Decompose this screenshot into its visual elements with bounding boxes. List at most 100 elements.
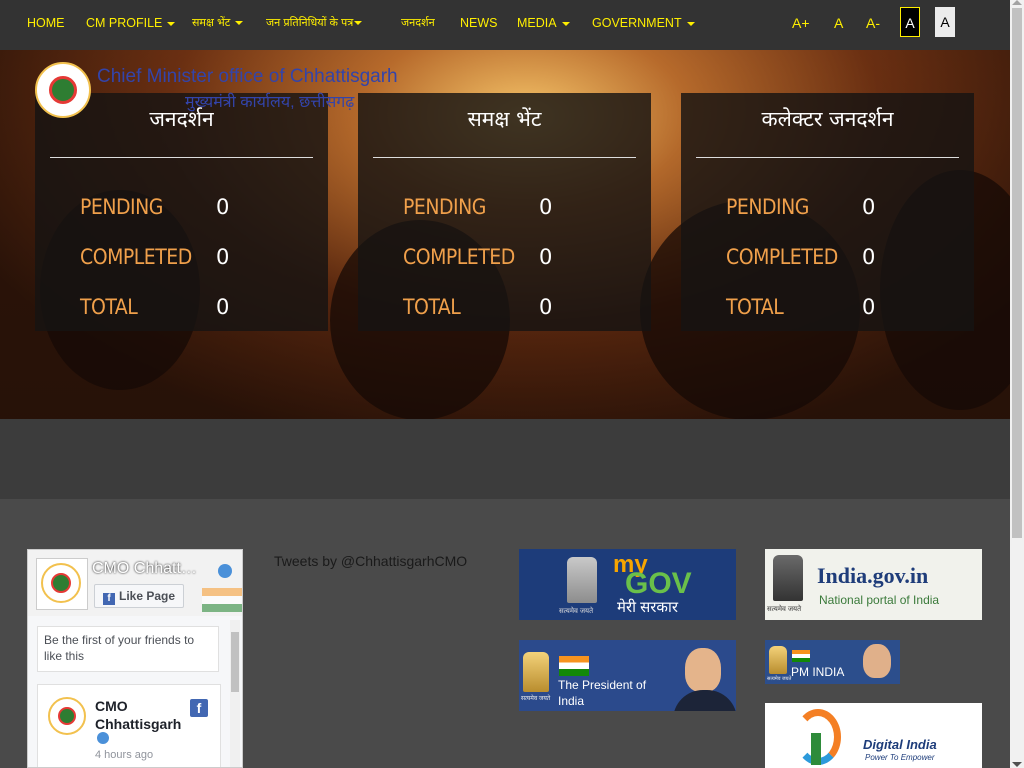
nav-home-label: HOME [27,16,65,30]
total-value: 0 [862,295,876,319]
india-flag-icon [792,650,810,662]
india-gov-title: India.gov.in [817,563,929,588]
cg-emblem-icon [48,697,86,735]
section-divider-band [0,419,1010,499]
site-title-en: Chief Minister office of Chhattisgarh [97,66,398,87]
pending-value: 0 [539,195,553,219]
twitter-timeline-link[interactable]: Tweets by @ChhattisgarhCMO [274,553,467,569]
panel-divider [373,157,636,158]
ashoka-emblem-icon [769,646,787,674]
total-label: TOTAL [726,295,784,319]
scroll-up-arrow-icon[interactable] [1012,0,1022,5]
nav-samaksh-bhent-label: समक्ष भेंट [192,17,231,29]
ashoka-emblem-icon [567,557,597,603]
completed-label: COMPLETED [80,245,192,269]
like-page-button[interactable]: f Like Page [94,584,185,608]
nav-news[interactable]: NEWS [460,0,498,46]
total-label: TOTAL [80,295,138,319]
emblem-motto: सत्यमेव जयते [521,696,551,702]
verified-badge-icon [218,564,232,578]
verified-badge-icon [97,732,109,744]
completed-label: COMPLETED [726,245,838,269]
chevron-down-icon [354,21,363,26]
facebook-f-icon: f [103,593,115,605]
chevron-down-icon [686,21,695,26]
cg-emblem-icon [41,563,81,603]
high-contrast-button[interactable]: A [900,7,920,37]
completed-value: 0 [862,245,876,269]
facebook-logo-icon[interactable]: f [190,699,208,717]
completed-value: 0 [539,245,553,269]
nav-home[interactable]: HOME [27,0,65,46]
total-label: TOTAL [403,295,461,319]
emblem-motto: सत्यमेव जयते [767,676,792,682]
completed-label: COMPLETED [403,245,515,269]
chevron-down-icon [167,21,176,26]
digital-india-subtitle: Power To Empower [865,753,935,762]
pending-label: PENDING [80,195,163,219]
flag-decoration [202,588,242,612]
normal-contrast-button[interactable]: A [935,7,955,37]
chevron-down-icon [561,21,570,26]
post-timestamp[interactable]: 4 hours ago [95,749,153,761]
friends-like-text: Be the first of your friends to like thi… [37,626,219,672]
facebook-scroll-thumb[interactable] [231,632,239,692]
cg-emblem-icon [35,62,91,118]
stats-panel-samaksh-bhent: समक्ष भेंट PENDING 0 COMPLETED 0 TOTAL 0 [358,93,651,331]
top-navbar: HOME CM PROFILE समक्ष भेंट जन प्रतिनिधिय… [0,0,1010,50]
nav-media[interactable]: MEDIA [517,0,570,46]
panel-title: कलेक्टर जनदर्शन [761,107,894,131]
site-logo[interactable]: Chief Minister office of Chhattisgarh मु… [35,62,415,122]
site-title-hi: मुख्यमंत्री कार्यालय, छत्तीसगढ़ [185,94,355,111]
president-of-india-banner[interactable]: सत्यमेव जयते The President of India [519,640,736,711]
president-line1: The President of [558,678,647,692]
avatar[interactable] [48,697,88,737]
font-increase-button[interactable]: A+ [792,0,810,46]
font-normal-button[interactable]: A [834,0,843,46]
nav-janadarshan-label: जनदर्शन [401,17,435,29]
font-decrease-button[interactable]: A- [866,0,880,46]
digital-india-title: Digital India [863,737,937,752]
digital-india-i-icon [811,733,821,765]
chevron-down-icon [235,21,244,26]
nav-jan-pratinidhi-label: जन प्रतिनिधियों के पत्र [266,17,354,29]
nav-media-label: MEDIA [517,16,557,30]
mygov-gov: GOV [625,567,692,600]
president-line2: India [558,694,585,708]
ashoka-emblem-icon [523,652,549,692]
scroll-down-arrow-icon[interactable] [1012,762,1022,767]
ashoka-emblem-icon [773,555,803,601]
facebook-widget[interactable]: CMO Chhatt… f Like Page Be the first of y… [27,549,243,768]
mygov-banner[interactable]: सत्यमेव जयते my GOV मेरी सरकार [519,549,736,620]
digital-india-banner[interactable]: Digital India Power To Empower [765,703,982,768]
president-photo-suit [673,690,736,711]
pending-label: PENDING [726,195,809,219]
pending-value: 0 [862,195,876,219]
post-author[interactable]: CMO Chhattisgarh [95,697,185,733]
pm-india-banner[interactable]: सत्यमेव जयते PM INDIA [765,640,900,684]
nav-government-label: GOVERNMENT [592,16,682,30]
india-gov-subtitle: National portal of India [819,593,940,607]
nav-janadarshan[interactable]: जनदर्शन [401,0,435,46]
nav-cm-profile[interactable]: CM PROFILE [86,0,176,46]
emblem-motto: सत्यमेव जयते [559,608,594,615]
facebook-header: CMO Chhatt… f Like Page [28,550,242,616]
nav-jan-pratinidhi[interactable]: जन प्रतिनिधियों के पत्र [266,0,363,46]
facebook-page-name[interactable]: CMO Chhatt… [92,560,197,578]
avatar[interactable] [36,558,88,610]
total-value: 0 [539,295,553,319]
nav-government[interactable]: GOVERNMENT [592,0,695,46]
president-photo [685,648,721,692]
stats-panel-janadarshan: जनदर्शन PENDING 0 COMPLETED 0 TOTAL 0 [35,93,328,331]
nav-news-label: NEWS [460,16,498,30]
pending-value: 0 [216,195,230,219]
completed-value: 0 [216,245,230,269]
pending-label: PENDING [403,195,486,219]
total-value: 0 [216,295,230,319]
india-gov-banner[interactable]: सत्यमेव जयते India.gov.in National porta… [765,549,982,620]
facebook-post[interactable]: CMO Chhattisgarh 4 hours ago f [37,684,221,767]
page-scroll-thumb[interactable] [1012,8,1022,538]
mygov-tagline: मेरी सरकार [617,599,678,616]
nav-samaksh-bhent[interactable]: समक्ष भेंट [192,0,244,46]
like-page-label: Like Page [119,589,176,603]
